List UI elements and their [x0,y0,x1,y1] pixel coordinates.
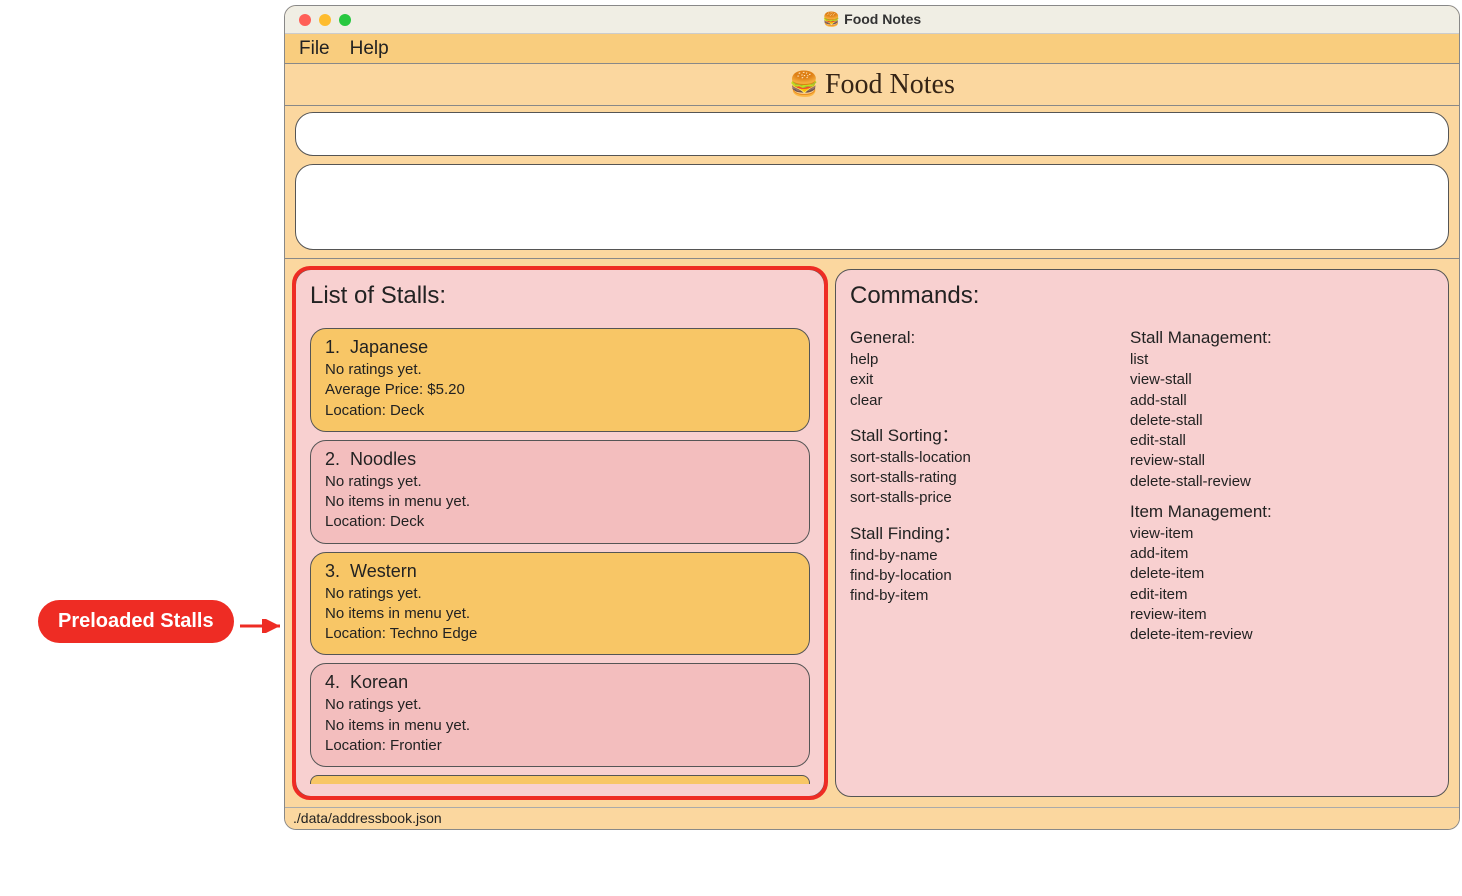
stall-name: Japanese [350,337,428,357]
stall-list[interactable]: 1. Japanese No ratings yet. Average Pric… [310,328,810,784]
stall-ratings: No ratings yet. [325,360,795,380]
stall-name: Western [350,561,417,581]
command-item: add-item [1130,544,1370,564]
menu-help[interactable]: Help [350,38,389,60]
stall-ratings: No ratings yet. [325,695,795,715]
command-item: help [850,350,1090,370]
stall-location: Location: Techno Edge [325,624,795,644]
stall-price: No items in menu yet. [325,492,795,512]
inputs-area [285,106,1459,259]
window-title-text: Food Notes [844,11,921,27]
command-item: find-by-item [850,586,1090,606]
commands-column: General:helpexitclearStall Sorting：sort-… [850,328,1090,645]
stall-card[interactable]: 3. Western No ratings yet. No items in m… [310,552,810,656]
stalls-panel: List of Stalls: 1. Japanese No ratings y… [295,269,825,797]
output-box [295,164,1449,250]
stall-index: 3. [325,561,340,581]
stall-index: 4. [325,672,340,692]
command-group: Stall Sorting：sort-stalls-locationsort-s… [850,421,1090,509]
command-item: add-stall [1130,391,1370,411]
command-group: Stall Management:listview-stalladd-stall… [1130,328,1370,492]
app-logo-text: Food Notes [825,69,955,101]
stall-card[interactable]: 2. Noodles No ratings yet. No items in m… [310,440,810,544]
annotation-label: Preloaded Stalls [58,610,214,632]
annotation-arrow [240,619,288,633]
stall-price: No items in menu yet. [325,716,795,736]
stalls-panel-title: List of Stalls: [310,282,810,310]
stall-index: 2. [325,449,340,469]
burger-icon: 🍔 [789,70,819,99]
command-item: delete-item-review [1130,625,1370,645]
menu-file[interactable]: File [299,38,330,60]
stall-price: No items in menu yet. [325,604,795,624]
command-group-title: Stall Management: [1130,328,1370,348]
main-row: List of Stalls: 1. Japanese No ratings y… [285,259,1459,807]
commands-column: Stall Management:listview-stalladd-stall… [1130,328,1370,645]
window-titlebar: 🍔 Food Notes [285,6,1459,34]
stall-name: Korean [350,672,408,692]
stall-location: Location: Deck [325,401,795,421]
command-item: sort-stalls-location [850,448,1090,468]
stall-ratings: No ratings yet. [325,584,795,604]
command-group: Stall Finding：find-by-namefind-by-locati… [850,519,1090,607]
command-item: sort-stalls-price [850,488,1090,508]
status-path: ./data/addressbook.json [293,810,442,826]
command-item: find-by-name [850,546,1090,566]
annotation-callout: Preloaded Stalls [38,600,234,643]
command-item: sort-stalls-rating [850,468,1090,488]
command-item: find-by-location [850,566,1090,586]
command-item: review-stall [1130,451,1370,471]
command-item: delete-stall-review [1130,472,1370,492]
window-title: 🍔 Food Notes [285,11,1459,28]
command-group-title: Item Management: [1130,502,1370,522]
app-logo-row: 🍔 Food Notes [285,64,1459,106]
command-item: clear [850,391,1090,411]
maximize-button[interactable] [339,14,351,26]
command-item: exit [850,370,1090,390]
command-item: view-stall [1130,370,1370,390]
command-group: General:helpexitclear [850,328,1090,411]
command-group-title: General: [850,328,1090,348]
command-item: edit-stall [1130,431,1370,451]
command-group: Item Management:view-itemadd-itemdelete-… [1130,502,1370,646]
command-item: list [1130,350,1370,370]
close-button[interactable] [299,14,311,26]
stall-index: 1. [325,337,340,357]
app-window: 🍔 Food Notes File Help 🍔 Food Notes List… [284,5,1460,830]
command-item: view-item [1130,524,1370,544]
command-group-title: Stall Finding： [850,519,1090,544]
commands-columns: General:helpexitclearStall Sorting：sort-… [850,328,1434,645]
command-group-title: Stall Sorting： [850,421,1090,446]
stall-name: Noodles [350,449,416,469]
stall-price: Average Price: $5.20 [325,380,795,400]
command-input[interactable] [310,123,1434,146]
burger-icon: 🍔 [823,11,840,27]
stall-ratings: No ratings yet. [325,472,795,492]
command-item: edit-item [1130,585,1370,605]
command-item: delete-stall [1130,411,1370,431]
stall-card[interactable]: 1. Japanese No ratings yet. Average Pric… [310,328,810,432]
stall-card[interactable]: 4. Korean No ratings yet. No items in me… [310,663,810,767]
commands-panel-title: Commands: [850,282,1434,310]
stall-location: Location: Deck [325,512,795,532]
stall-location: Location: Frontier [325,736,795,756]
command-item: delete-item [1130,564,1370,584]
window-controls [285,14,351,26]
minimize-button[interactable] [319,14,331,26]
stall-card[interactable] [310,775,810,784]
command-item: review-item [1130,605,1370,625]
command-input-wrapper[interactable] [295,112,1449,156]
menu-bar: File Help [285,34,1459,64]
status-bar: ./data/addressbook.json [285,807,1459,829]
commands-panel: Commands: General:helpexitclear Stall Sor… [835,269,1449,797]
